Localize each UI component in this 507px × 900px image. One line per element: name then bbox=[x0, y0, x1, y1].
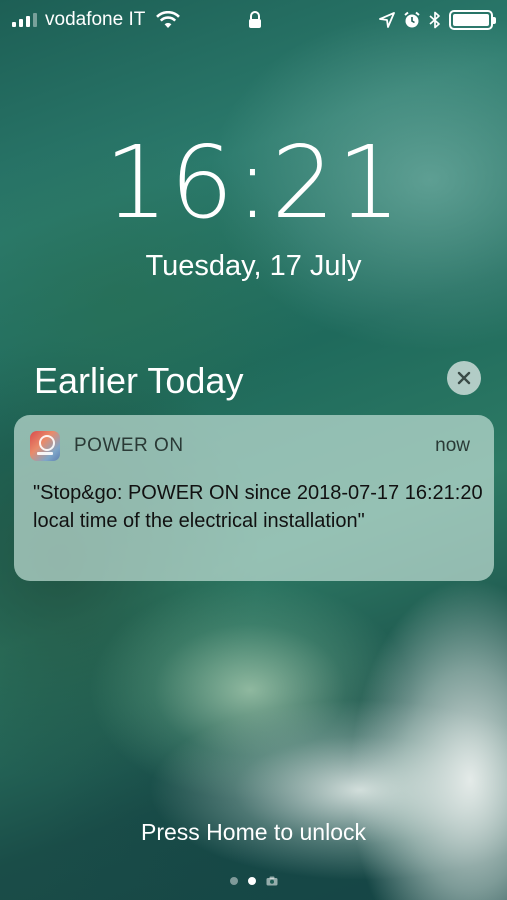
notification-header: POWER ON now bbox=[14, 415, 494, 477]
unlock-hint: Press Home to unlock bbox=[141, 819, 366, 845]
bluetooth-icon bbox=[429, 11, 440, 29]
battery-level bbox=[453, 14, 489, 26]
notification-app-name: POWER ON bbox=[74, 435, 184, 456]
app-icon bbox=[30, 431, 60, 461]
signal-icon bbox=[12, 13, 37, 27]
battery-icon bbox=[449, 10, 496, 30]
notification-section-title: Earlier Today bbox=[34, 360, 244, 401]
notification-time: now bbox=[435, 435, 470, 456]
page-dot-lock-screen[interactable] bbox=[247, 877, 256, 885]
wifi-icon bbox=[156, 11, 181, 28]
page-indicator[interactable] bbox=[0, 876, 507, 886]
status-bar: vodafone IT bbox=[0, 0, 507, 40]
lock-screen-clock: 16:21 bbox=[104, 124, 403, 241]
notification-body: "Stop&go: POWER ON since 2018-07-17 16:2… bbox=[33, 482, 483, 532]
close-icon bbox=[457, 371, 471, 385]
alarm-icon bbox=[404, 11, 420, 28]
lock-screen-date: Tuesday, 17 July bbox=[145, 250, 362, 282]
camera-icon[interactable] bbox=[266, 876, 278, 886]
location-icon bbox=[379, 12, 395, 28]
lock-icon bbox=[249, 11, 261, 28]
carrier-name: vodafone IT bbox=[45, 9, 146, 30]
notification-card[interactable]: POWER ON now "Stop&go: POWER ON since 20… bbox=[14, 415, 494, 581]
page-dot-widgets[interactable] bbox=[229, 877, 238, 885]
clear-notifications-button[interactable] bbox=[447, 361, 481, 395]
